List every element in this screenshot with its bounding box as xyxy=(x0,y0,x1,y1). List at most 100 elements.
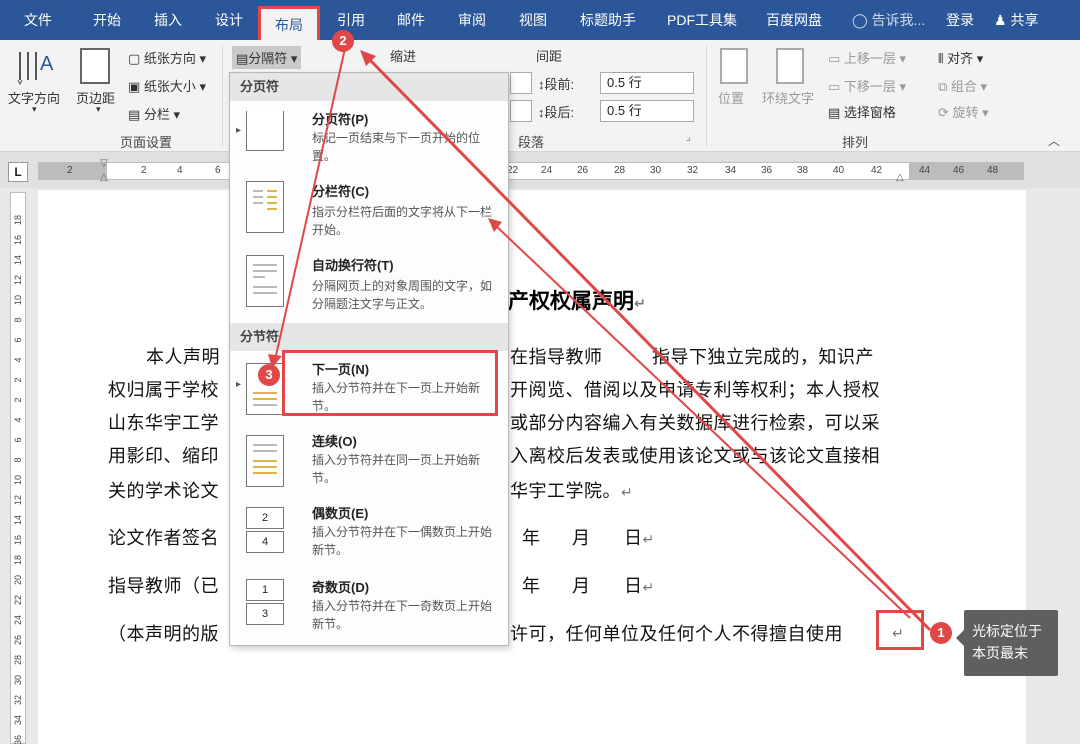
tab-heading-assistant[interactable]: 标题助手 xyxy=(570,0,646,40)
ruler-tick: 32 xyxy=(687,165,699,176)
horizontal-ruler[interactable]: 2 2 4 6 8 22 24 26 28 30 32 34 36 38 40 … xyxy=(38,162,1024,180)
tab-mailings[interactable]: 邮件 xyxy=(384,0,438,40)
rotate-button[interactable]: ⟳ 旋转 ▾ xyxy=(938,102,989,121)
step-badge-3: 3 xyxy=(258,364,280,386)
tab-home[interactable]: 开始 xyxy=(78,0,136,40)
date-month: 月 xyxy=(572,528,591,548)
tab-pdf-tools[interactable]: PDF工具集 xyxy=(660,0,744,40)
orientation-button[interactable]: ▢ 纸张方向 ▾ xyxy=(128,48,206,67)
columns-icon: ▤ xyxy=(128,107,144,122)
wrap-text-label: 环绕文字 xyxy=(762,91,815,106)
svg-text:A: A xyxy=(40,53,54,75)
document-page[interactable]: 产权权属声明↵ 本人声明 在指导教师 指导下独立完成的，知识产 权归属于学校 开… xyxy=(38,190,1026,744)
vertical-ruler-tick: 8 xyxy=(13,317,23,323)
menu-item-title: 自动换行符(T) xyxy=(312,258,394,273)
tell-me-box[interactable]: ◯ 告诉我... xyxy=(852,0,925,40)
login-link[interactable]: 登录 xyxy=(946,0,974,40)
align-button[interactable]: ⫴ 对齐 ▾ xyxy=(938,48,983,67)
body-text-line: 入离校后发表或使用该论文或与该论文直接相 xyxy=(510,446,880,466)
indent-right-spinner[interactable] xyxy=(510,100,532,122)
spacing-label: 间距 xyxy=(536,49,563,64)
group-icon: ⧉ xyxy=(938,79,951,94)
menu-item-description: 标记一页结束与下一页开始的位置。 xyxy=(312,131,481,163)
body-text-line: 在指导教师 xyxy=(510,347,603,367)
selection-pane-button[interactable]: ▤ 选择窗格 xyxy=(828,102,896,121)
lightbulb-icon: ◯ xyxy=(852,12,868,28)
indent-left-spinner[interactable] xyxy=(510,72,532,94)
hanging-indent-marker[interactable]: △ xyxy=(100,172,108,183)
columns-label: 分栏 xyxy=(143,107,170,122)
menu-item-description: 插入分节符并在下一偶数页上开始新节。 xyxy=(312,525,493,557)
menu-item-odd-page[interactable]: 1 3 奇数页(D) 插入分节符并在下一奇数页上开始新节。 xyxy=(230,571,508,643)
margins-icon xyxy=(80,48,110,84)
ruler-tick: 28 xyxy=(614,165,626,176)
vertical-ruler-tick: 20 xyxy=(13,575,23,586)
body-text-line: 指导下独立完成的，知识产 xyxy=(652,347,874,367)
chevron-down-icon: ▾ xyxy=(32,104,37,114)
paragraph-dialog-launcher-icon[interactable]: ⌟ xyxy=(686,132,691,143)
ruler-tick: 2 xyxy=(67,165,73,176)
first-line-indent-marker[interactable]: ▽ xyxy=(100,158,108,169)
share-button[interactable]: ♟ 共享 xyxy=(994,0,1038,40)
step-badge-1: 1 xyxy=(930,622,952,644)
odd-page-icon: 3 xyxy=(246,603,284,625)
vertical-ruler-tick: 14 xyxy=(13,515,23,526)
vertical-ruler-tick: 4 xyxy=(13,417,23,423)
tab-selector[interactable]: L xyxy=(8,162,28,182)
odd-page-icon: 1 xyxy=(246,579,284,601)
person-icon: ♟ xyxy=(994,12,1007,28)
advisor-signature-line: 指导教师（已 xyxy=(108,576,219,596)
tab-review[interactable]: 审阅 xyxy=(444,0,500,40)
size-button[interactable]: ▣ 纸张大小 ▾ xyxy=(128,76,206,95)
tab-design[interactable]: 设计 xyxy=(200,0,258,40)
size-label: 纸张大小 xyxy=(143,79,196,94)
date-month: 月 xyxy=(572,576,591,596)
collapse-ribbon-icon[interactable]: ︿ xyxy=(1048,132,1060,149)
page-break-icon xyxy=(246,111,284,151)
pointer-arrow-icon: ▸ xyxy=(236,125,242,136)
menu-item-column-break[interactable]: 分栏符(C) 指示分栏符后面的文字将从下一栏开始。 xyxy=(230,173,508,243)
menu-item-title: 偶数页(E) xyxy=(312,506,369,521)
vertical-ruler-tick: 12 xyxy=(13,275,23,286)
menu-item-page-break[interactable]: ▸ 分页符(P) 标记一页结束与下一页开始的位置。 xyxy=(230,103,508,171)
send-backward-button[interactable]: ▭ 下移一层 ▾ xyxy=(828,76,906,95)
group-button[interactable]: ⧉ 组合 ▾ xyxy=(938,76,987,95)
columns-button[interactable]: ▤ 分栏 ▾ xyxy=(128,104,180,123)
breaks-icon: ▤ xyxy=(236,51,249,66)
vertical-ruler-tick: 36 xyxy=(13,735,23,744)
tab-layout[interactable]: 布局 xyxy=(258,6,320,40)
copyright-note-line: （本声明的版 xyxy=(108,624,219,644)
body-text-line: 权归属于学校 xyxy=(108,380,219,400)
right-indent-marker[interactable]: △ xyxy=(896,172,904,183)
vertical-ruler-tick: 16 xyxy=(13,535,23,546)
vertical-ruler-tick: 24 xyxy=(13,615,23,626)
spacing-after-input[interactable]: 0.5 行 xyxy=(600,100,694,122)
page-setup-group-label: 页面设置 xyxy=(120,135,173,150)
ruler-margin-left xyxy=(39,163,107,179)
date-day: 日↵ xyxy=(624,576,655,596)
breaks-button[interactable]: ▤分隔符 ▾ xyxy=(232,46,302,69)
orientation-icon: ▢ xyxy=(128,51,144,66)
ruler-tick: 6 xyxy=(215,165,221,176)
body-text-line: 或部分内容编入有关数据库进行检索，可以采 xyxy=(510,413,880,433)
selection-pane-icon: ▤ xyxy=(828,105,844,120)
arrange-group-label: 排列 xyxy=(842,135,869,150)
spacing-before-input[interactable]: 0.5 行 xyxy=(600,72,694,94)
position-label: 位置 xyxy=(718,91,745,106)
tab-baidu-disk[interactable]: 百度网盘 xyxy=(756,0,832,40)
menu-item-continuous[interactable]: 连续(O) 插入分节符并在同一页上开始新节。 xyxy=(230,425,508,495)
menu-item-even-page[interactable]: 2 4 偶数页(E) 插入分节符并在下一偶数页上开始新节。 xyxy=(230,497,508,569)
continuous-icon xyxy=(246,435,284,487)
vertical-ruler-tick: 8 xyxy=(13,457,23,463)
tab-insert[interactable]: 插入 xyxy=(140,0,196,40)
ruler-tick: 46 xyxy=(953,165,965,176)
vertical-ruler-tick: 32 xyxy=(13,695,23,706)
ruler-tick: 36 xyxy=(761,165,773,176)
bring-forward-button[interactable]: ▭ 上移一层 ▾ xyxy=(828,48,906,67)
menu-item-text-wrapping-break[interactable]: 自动换行符(T) 分隔网页上的对象周围的文字，如分隔题注文字与正文。 xyxy=(230,247,508,319)
step-badge-2: 2 xyxy=(332,30,354,52)
tab-view[interactable]: 视图 xyxy=(506,0,560,40)
document-title: 产权权属声明↵ xyxy=(508,290,646,313)
vertical-ruler[interactable]: 18 16 14 12 10 8 6 4 2 2 4 6 8 10 12 14 16 18 20 22 24 26 28 30… xyxy=(10,192,26,744)
tab-file[interactable]: 文件 xyxy=(14,0,62,40)
